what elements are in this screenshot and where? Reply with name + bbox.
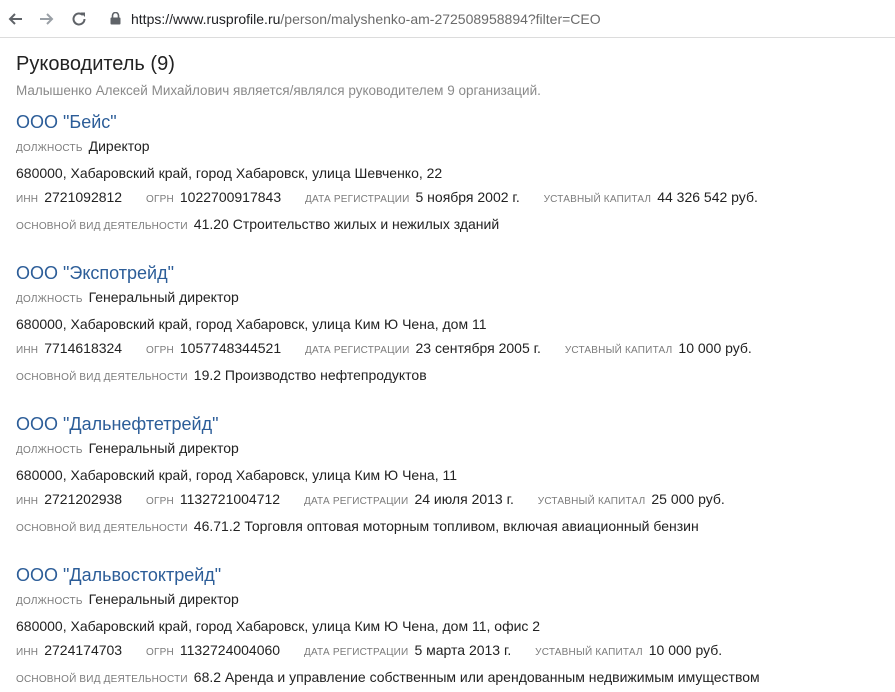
ogrn-value: 1022700917843 (179, 189, 282, 205)
activity-row: основной вид деятельности 68.2 Аренда и у… (16, 665, 879, 692)
activity-label: основной вид деятельности (16, 674, 188, 685)
position-label: должность (16, 596, 83, 607)
address-bar[interactable]: https://www.rusprofile.ru/person/malyshe… (110, 4, 895, 34)
organization-card: ООО "Дальвостоктрейд" должность Генеральн… (16, 563, 879, 692)
reg-date-label: дата регистрации (303, 496, 409, 507)
reg-date-value: 5 ноября 2002 г. (415, 189, 520, 205)
back-button[interactable] (4, 8, 26, 30)
capital-value: 10 000 руб. (678, 340, 752, 356)
position-label: должность (16, 445, 83, 456)
reg-date-label: дата регистрации (305, 194, 410, 205)
capital-value: 25 000 руб. (651, 491, 725, 507)
inn-label: инн (16, 496, 39, 507)
position-value: Директор (88, 138, 150, 154)
ogrn-label: огрн (146, 194, 174, 205)
organization-list: ООО "Бейс" должность Директор 680000, Хаб… (16, 110, 879, 692)
url-host: https://www.rusprofile.ru (131, 10, 281, 27)
inn-value: 7714618324 (44, 340, 123, 356)
requisites-row: инн 2724174703 огрн 1132724004060 дата рег… (16, 638, 879, 665)
organization-name-link[interactable]: ООО "Дальнефтетрейд" (16, 412, 219, 436)
main-content: Руководитель (9) Малышенко Алексей Михай… (0, 38, 895, 692)
capital-label: уставный капитал (543, 194, 652, 205)
ogrn-value: 1057748344521 (179, 340, 282, 356)
url-path: /person/malyshenko-am-272508958894?filte… (280, 10, 601, 27)
reg-date-label: дата регистрации (303, 647, 409, 658)
inn-label: инн (16, 647, 39, 658)
ogrn-value: 1132721004712 (179, 491, 281, 507)
activity-row: основной вид деятельности 46.71.2 Торговл… (16, 514, 879, 541)
lock-icon (110, 12, 121, 25)
position-value: Генеральный директор (88, 591, 239, 607)
organization-name-link[interactable]: ООО "Дальвостоктрейд" (16, 563, 221, 587)
reg-date-value: 5 марта 2013 г. (414, 642, 512, 658)
activity-row: основной вид деятельности 19.2 Производст… (16, 363, 879, 390)
organization-card: ООО "Экспотрейд" должность Генеральный ди… (16, 261, 879, 390)
position-row: должность Директор (16, 134, 879, 161)
position-label: должность (16, 294, 83, 305)
address-value: 680000, Хабаровский край, город Хабаровс… (16, 467, 458, 483)
address-row: 680000, Хабаровский край, город Хабаровс… (16, 161, 879, 185)
activity-value: 46.71.2 Торговля оптовая моторным топлив… (193, 518, 699, 534)
organization-card: ООО "Бейс" должность Директор 680000, Хаб… (16, 110, 879, 239)
ogrn-value: 1132724004060 (179, 642, 281, 658)
page-title: Руководитель (9) (16, 53, 175, 75)
arrow-left-icon (8, 12, 22, 25)
browser-toolbar: https://www.rusprofile.ru/person/malyshe… (0, 0, 895, 38)
reload-icon (72, 12, 86, 25)
activity-label: основной вид деятельности (16, 221, 188, 232)
page-subtitle: Малышенко Алексей Михайлович является/яв… (16, 83, 541, 98)
capital-label: уставный капитал (537, 496, 646, 507)
capital-label: уставный капитал (535, 647, 643, 658)
position-row: должность Генеральный директор (16, 587, 879, 614)
address-row: 680000, Хабаровский край, город Хабаровс… (16, 312, 879, 336)
capital-value: 44 326 542 руб. (657, 189, 758, 205)
capital-value: 10 000 руб. (648, 642, 723, 658)
inn-value: 2721092812 (44, 189, 123, 205)
position-row: должность Генеральный директор (16, 436, 879, 463)
ogrn-label: огрн (146, 647, 174, 658)
arrow-right-icon (40, 12, 54, 25)
activity-label: основной вид деятельности (16, 372, 188, 383)
address-value: 680000, Хабаровский край, город Хабаровс… (16, 618, 541, 634)
activity-value: 19.2 Производство нефтепродуктов (193, 367, 427, 383)
reg-date-value: 23 сентября 2005 г. (415, 340, 541, 356)
inn-value: 2721202938 (44, 491, 123, 507)
organization-name-link[interactable]: ООО "Экспотрейд" (16, 261, 174, 285)
inn-value: 2724174703 (44, 642, 123, 658)
position-row: должность Генеральный директор (16, 285, 879, 312)
inn-label: инн (16, 345, 39, 356)
activity-value: 68.2 Аренда и управление собственным или… (193, 669, 760, 685)
position-label: должность (16, 143, 83, 154)
address-row: 680000, Хабаровский край, город Хабаровс… (16, 463, 879, 487)
requisites-row: инн 7714618324 огрн 1057748344521 дата рег… (16, 336, 879, 363)
forward-button[interactable] (36, 8, 58, 30)
address-row: 680000, Хабаровский край, город Хабаровс… (16, 614, 879, 638)
capital-label: уставный капитал (564, 345, 673, 356)
organization-card: ООО "Дальнефтетрейд" должность Генеральны… (16, 412, 879, 541)
organization-name-link[interactable]: ООО "Бейс" (16, 110, 117, 134)
inn-label: инн (16, 194, 39, 205)
ogrn-label: огрн (146, 345, 174, 356)
address-value: 680000, Хабаровский край, город Хабаровс… (16, 165, 443, 181)
activity-row: основной вид деятельности 41.20 Строитель… (16, 212, 879, 239)
ogrn-label: огрн (146, 496, 174, 507)
reg-date-label: дата регистрации (305, 345, 410, 356)
requisites-row: инн 2721092812 огрн 1022700917843 дата рег… (16, 185, 879, 212)
activity-label: основной вид деятельности (16, 523, 188, 534)
address-value: 680000, Хабаровский край, город Хабаровс… (16, 316, 487, 332)
position-value: Генеральный директор (88, 440, 239, 456)
activity-value: 41.20 Строительство жилых и нежилых здан… (193, 216, 500, 232)
reg-date-value: 24 июля 2013 г. (414, 491, 514, 507)
position-value: Генеральный директор (88, 289, 239, 305)
requisites-row: инн 2721202938 огрн 1132721004712 дата рег… (16, 487, 879, 514)
reload-button[interactable] (68, 8, 90, 30)
